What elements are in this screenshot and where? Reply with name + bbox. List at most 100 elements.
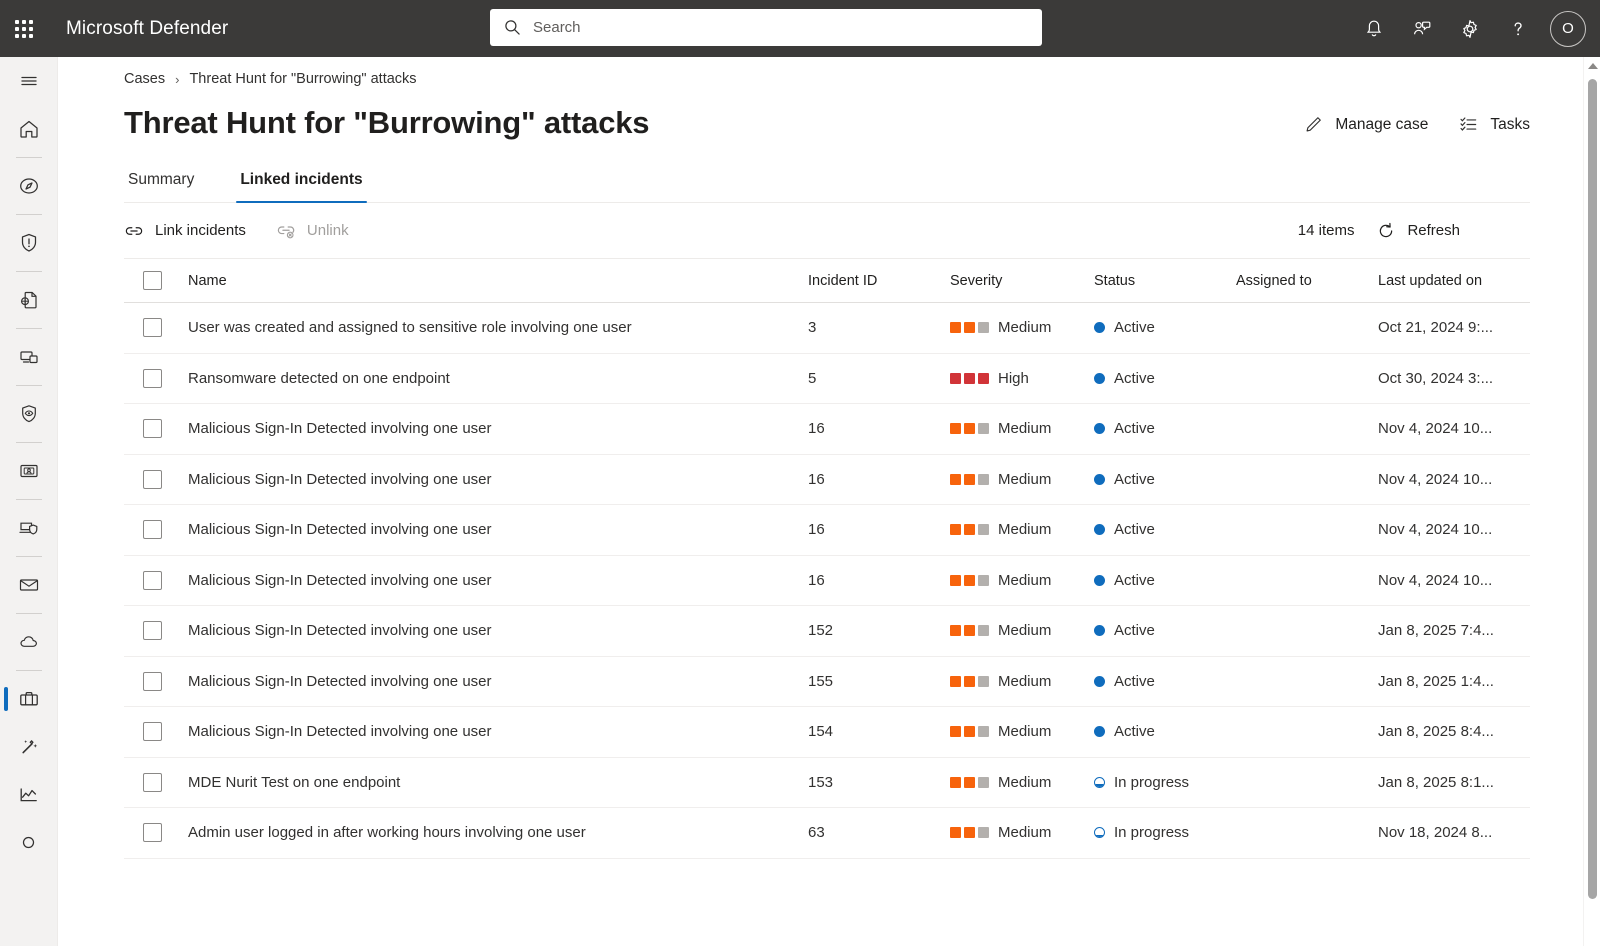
status-label: Active [1114,521,1155,538]
sidebar-item-learning-hub[interactable] [0,819,58,867]
cell-status: Active [1094,471,1236,488]
row-checkbox[interactable] [143,571,162,590]
incident-name-link[interactable]: Malicious Sign-In Detected involving one… [188,723,492,740]
incident-name-link[interactable]: Malicious Sign-In Detected involving one… [188,471,492,488]
sidebar-item-endpoints[interactable] [0,504,58,552]
search-partial-icon [17,831,41,855]
column-header-name[interactable]: Name [188,273,808,289]
column-header-incident-id[interactable]: Incident ID [808,273,950,289]
status-label: Active [1114,673,1155,690]
row-checkbox-cell [124,318,188,337]
table-row[interactable]: MDE Nurit Test on one endpoint153MediumI… [124,758,1530,809]
row-checkbox[interactable] [143,419,162,438]
row-checkbox[interactable] [143,823,162,842]
table-row[interactable]: User was created and assigned to sensiti… [124,303,1530,354]
column-header-severity[interactable]: Severity [950,273,1094,289]
column-header-last-updated[interactable]: Last updated on [1378,273,1530,289]
settings-gear-icon[interactable] [1448,7,1492,51]
sidebar-item-cases[interactable] [0,675,58,723]
row-checkbox[interactable] [143,773,162,792]
table-row[interactable]: Malicious Sign-In Detected involving one… [124,556,1530,607]
row-checkbox[interactable] [143,318,162,337]
row-checkbox[interactable] [143,520,162,539]
status-label: In progress [1114,824,1189,841]
sidebar-item-email-collaboration[interactable] [0,561,58,609]
table-row[interactable]: Malicious Sign-In Detected involving one… [124,707,1530,758]
cell-last-updated: Nov 4, 2024 10... [1378,572,1530,589]
cell-incident-id: 3 [808,319,950,336]
tab-linked-incidents[interactable]: Linked incidents [236,171,366,202]
sidebar-item-incidents-alerts[interactable] [0,219,58,267]
sidebar-divider [16,271,42,272]
tab-summary[interactable]: Summary [124,171,198,202]
column-header-status[interactable]: Status [1094,273,1236,289]
cell-status: Active [1094,723,1236,740]
search-input[interactable] [533,19,1003,36]
sidebar-item-reports[interactable] [0,771,58,819]
table-row[interactable]: Admin user logged in after working hours… [124,808,1530,859]
column-header-assigned-to[interactable]: Assigned to [1236,273,1378,289]
sidebar-item-exposure-management[interactable] [0,162,58,210]
scrollbar-thumb[interactable] [1588,79,1597,899]
brand-title[interactable]: Microsoft Defender [66,18,228,40]
page-title: Threat Hunt for "Burrowing" attacks [124,105,649,141]
link-incidents-button[interactable]: Link incidents [124,221,246,241]
incident-name-link[interactable]: Malicious Sign-In Detected involving one… [188,521,492,538]
user-avatar[interactable]: O [1550,11,1586,47]
refresh-button[interactable]: Refresh [1376,221,1460,241]
sidebar-item-actions-submissions[interactable] [0,333,58,381]
sidebar-divider [16,670,42,671]
manage-case-button[interactable]: Manage case [1303,114,1428,135]
sidebar-item-cloud-apps[interactable] [0,618,58,666]
help-question-icon[interactable] [1496,7,1540,51]
scroll-up-arrow-icon[interactable] [1584,57,1600,74]
tasks-button[interactable]: Tasks [1458,114,1530,135]
row-checkbox[interactable] [143,672,162,691]
global-search[interactable] [490,9,1042,46]
table-row[interactable]: Malicious Sign-In Detected involving one… [124,657,1530,708]
row-checkbox[interactable] [143,470,162,489]
incident-name-link[interactable]: Malicious Sign-In Detected involving one… [188,622,492,639]
breadcrumb-root[interactable]: Cases [124,71,165,87]
sidebar-divider [16,157,42,158]
cell-status: Active [1094,572,1236,589]
row-checkbox-cell [124,520,188,539]
notifications-bell-icon[interactable] [1352,7,1396,51]
vertical-scrollbar[interactable] [1583,57,1600,946]
sidebar-item-threat-intelligence[interactable] [0,390,58,438]
app-launcher-icon[interactable] [0,0,48,57]
table-row[interactable]: Malicious Sign-In Detected involving one… [124,606,1530,657]
table-row[interactable]: Malicious Sign-In Detected involving one… [124,404,1530,455]
incident-name-link[interactable]: Ransomware detected on one endpoint [188,370,450,387]
sidebar-item-copilot[interactable] [0,723,58,771]
sidebar-item-home[interactable] [0,105,58,153]
select-all-checkbox[interactable] [143,271,162,290]
devices-icon [17,345,41,369]
cell-name: User was created and assigned to sensiti… [188,319,808,336]
cell-severity: Medium [950,622,1094,639]
incident-name-link[interactable]: Malicious Sign-In Detected involving one… [188,673,492,690]
row-checkbox[interactable] [143,369,162,388]
incident-name-link[interactable]: Admin user logged in after working hours… [188,824,586,841]
feedback-person-icon[interactable] [1400,7,1444,51]
cell-name: MDE Nurit Test on one endpoint [188,774,808,791]
status-in-progress-icon [1094,827,1105,838]
incident-name-link[interactable]: User was created and assigned to sensiti… [188,319,632,336]
row-checkbox[interactable] [143,722,162,741]
sidebar-item-hunting[interactable] [0,276,58,324]
row-checkbox[interactable] [143,621,162,640]
email-icon [17,573,41,597]
incident-name-link[interactable]: Malicious Sign-In Detected involving one… [188,572,492,589]
incident-name-link[interactable]: Malicious Sign-In Detected involving one… [188,420,492,437]
sidebar-divider [16,556,42,557]
sidebar-item-assets[interactable] [0,447,58,495]
cell-severity: Medium [950,673,1094,690]
table-row[interactable]: Ransomware detected on one endpoint5High… [124,354,1530,405]
row-checkbox-cell [124,571,188,590]
table-row[interactable]: Malicious Sign-In Detected involving one… [124,505,1530,556]
sidebar-item-menu-hamburger-icon[interactable] [0,57,58,105]
cell-last-updated: Nov 4, 2024 10... [1378,471,1530,488]
table-row[interactable]: Malicious Sign-In Detected involving one… [124,455,1530,506]
left-navigation-rail [0,57,58,946]
incident-name-link[interactable]: MDE Nurit Test on one endpoint [188,774,400,791]
